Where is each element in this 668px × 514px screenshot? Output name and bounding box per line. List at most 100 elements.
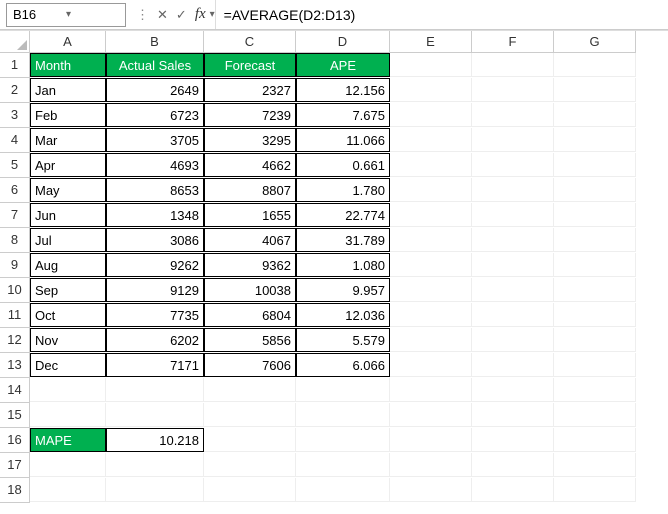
cell-B3[interactable]: 6723 (106, 103, 204, 127)
cell-C12[interactable]: 5856 (204, 328, 296, 352)
cell-G14[interactable] (554, 378, 636, 402)
cell-A3[interactable]: Feb (30, 103, 106, 127)
cell-F4[interactable] (472, 128, 554, 152)
cell-D1[interactable]: APE (296, 53, 390, 77)
cell-C11[interactable]: 6804 (204, 303, 296, 327)
cell-C18[interactable] (204, 478, 296, 502)
cell-A10[interactable]: Sep (30, 278, 106, 302)
chevron-down-icon[interactable]: ▾ (66, 9, 119, 20)
row-header[interactable]: 4 (0, 128, 30, 153)
cell-E10[interactable] (390, 278, 472, 302)
row-header[interactable]: 9 (0, 253, 30, 278)
cell-A7[interactable]: Jun (30, 203, 106, 227)
cell-A14[interactable] (30, 378, 106, 402)
cell-G13[interactable] (554, 353, 636, 377)
row-header[interactable]: 6 (0, 178, 30, 203)
cell-C15[interactable] (204, 403, 296, 427)
cell-D11[interactable]: 12.036 (296, 303, 390, 327)
confirm-icon[interactable]: ✓ (172, 7, 191, 23)
cell-D16[interactable] (296, 428, 390, 452)
cell-F16[interactable] (472, 428, 554, 452)
cell-F6[interactable] (472, 178, 554, 202)
row-header[interactable]: 10 (0, 278, 30, 303)
cell-G18[interactable] (554, 478, 636, 502)
cell-C7[interactable]: 1655 (204, 203, 296, 227)
cell-B9[interactable]: 9262 (106, 253, 204, 277)
cell-D13[interactable]: 6.066 (296, 353, 390, 377)
cell-C9[interactable]: 9362 (204, 253, 296, 277)
cell-F1[interactable] (472, 53, 554, 77)
cell-B15[interactable] (106, 403, 204, 427)
cell-B12[interactable]: 6202 (106, 328, 204, 352)
cell-G8[interactable] (554, 228, 636, 252)
col-header-D[interactable]: D (296, 31, 390, 53)
cell-C10[interactable]: 10038 (204, 278, 296, 302)
cell-C16[interactable] (204, 428, 296, 452)
cell-C17[interactable] (204, 453, 296, 477)
cell-A16[interactable]: MAPE (30, 428, 106, 452)
row-header[interactable]: 18 (0, 478, 30, 503)
cell-B14[interactable] (106, 378, 204, 402)
cell-B6[interactable]: 8653 (106, 178, 204, 202)
col-header-A[interactable]: A (30, 31, 106, 53)
cell-D17[interactable] (296, 453, 390, 477)
row-header[interactable]: 8 (0, 228, 30, 253)
cell-G4[interactable] (554, 128, 636, 152)
cell-G9[interactable] (554, 253, 636, 277)
select-all-corner[interactable] (0, 31, 30, 53)
cell-C4[interactable]: 3295 (204, 128, 296, 152)
cell-B8[interactable]: 3086 (106, 228, 204, 252)
cell-G3[interactable] (554, 103, 636, 127)
cell-G15[interactable] (554, 403, 636, 427)
cell-C3[interactable]: 7239 (204, 103, 296, 127)
row-header[interactable]: 17 (0, 453, 30, 478)
cell-F15[interactable] (472, 403, 554, 427)
formula-input[interactable]: =AVERAGE(D2:D13) (215, 0, 668, 29)
cell-F10[interactable] (472, 278, 554, 302)
cell-F2[interactable] (472, 78, 554, 102)
cell-G6[interactable] (554, 178, 636, 202)
cell-G5[interactable] (554, 153, 636, 177)
cell-F17[interactable] (472, 453, 554, 477)
cell-E8[interactable] (390, 228, 472, 252)
row-header[interactable]: 3 (0, 103, 30, 128)
cell-F5[interactable] (472, 153, 554, 177)
cell-F18[interactable] (472, 478, 554, 502)
cell-E12[interactable] (390, 328, 472, 352)
col-header-F[interactable]: F (472, 31, 554, 53)
cell-E1[interactable] (390, 53, 472, 77)
cell-F14[interactable] (472, 378, 554, 402)
fx-icon[interactable]: fx (195, 6, 206, 23)
col-header-G[interactable]: G (554, 31, 636, 53)
cell-G16[interactable] (554, 428, 636, 452)
cell-B4[interactable]: 3705 (106, 128, 204, 152)
cell-D4[interactable]: 11.066 (296, 128, 390, 152)
cell-A8[interactable]: Jul (30, 228, 106, 252)
cell-C1[interactable]: Forecast (204, 53, 296, 77)
cell-E17[interactable] (390, 453, 472, 477)
cell-C5[interactable]: 4662 (204, 153, 296, 177)
row-header[interactable]: 15 (0, 403, 30, 428)
cell-D14[interactable] (296, 378, 390, 402)
cell-A4[interactable]: Mar (30, 128, 106, 152)
cell-G17[interactable] (554, 453, 636, 477)
row-header[interactable]: 2 (0, 78, 30, 103)
cell-A12[interactable]: Nov (30, 328, 106, 352)
cell-B18[interactable] (106, 478, 204, 502)
cell-C14[interactable] (204, 378, 296, 402)
cell-E16[interactable] (390, 428, 472, 452)
cell-E14[interactable] (390, 378, 472, 402)
row-header[interactable]: 12 (0, 328, 30, 353)
cell-A6[interactable]: May (30, 178, 106, 202)
cell-G11[interactable] (554, 303, 636, 327)
cell-G1[interactable] (554, 53, 636, 77)
cell-F13[interactable] (472, 353, 554, 377)
cell-A5[interactable]: Apr (30, 153, 106, 177)
cell-B1[interactable]: Actual Sales (106, 53, 204, 77)
row-header[interactable]: 13 (0, 353, 30, 378)
name-box[interactable]: B16 ▾ (6, 3, 126, 27)
cell-D2[interactable]: 12.156 (296, 78, 390, 102)
cell-E5[interactable] (390, 153, 472, 177)
cell-F12[interactable] (472, 328, 554, 352)
cell-C13[interactable]: 7606 (204, 353, 296, 377)
